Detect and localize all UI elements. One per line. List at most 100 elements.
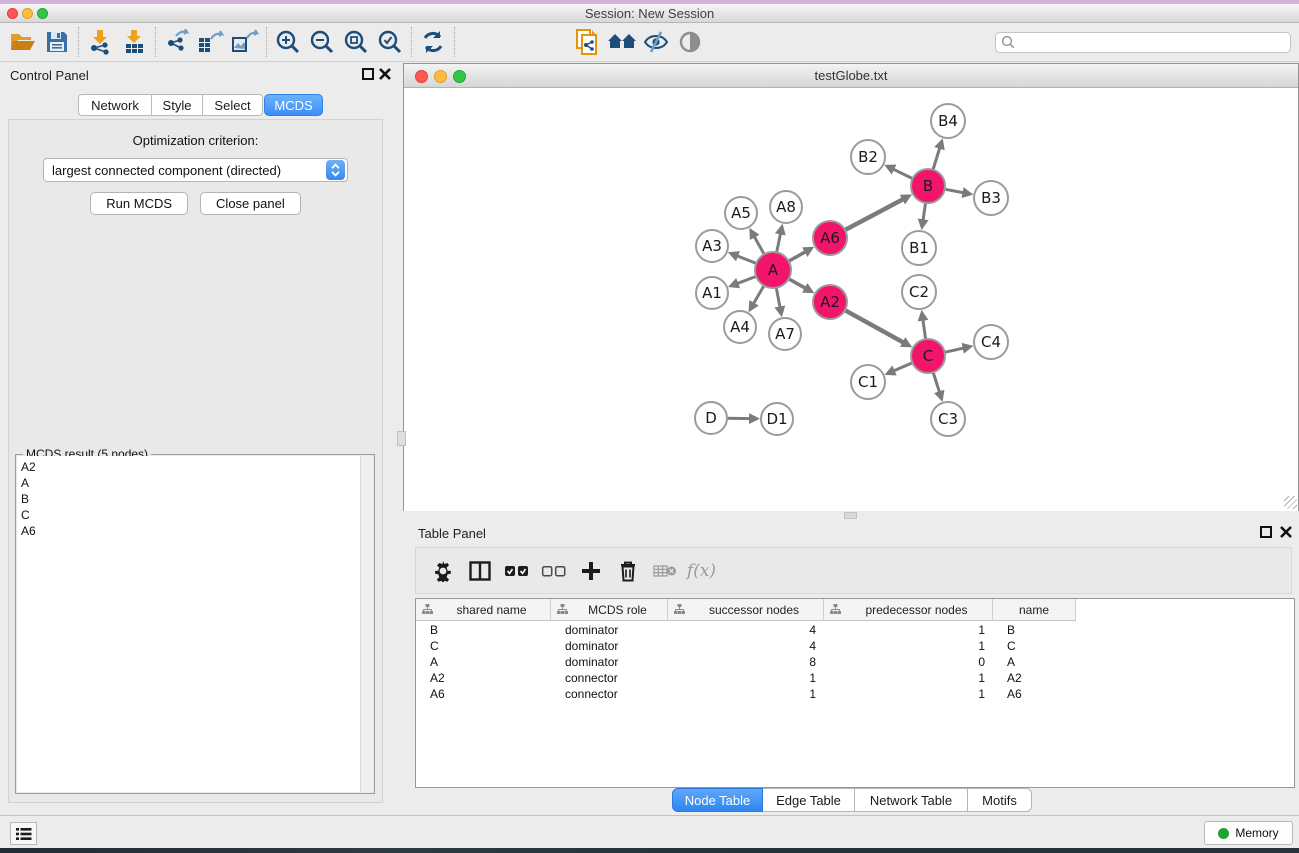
cell-name[interactable]: B [993, 622, 1076, 638]
result-item[interactable]: C [21, 507, 373, 523]
cell-MCDS-role[interactable]: connector [551, 670, 668, 686]
cell-predecessor-nodes[interactable]: 1 [824, 622, 993, 638]
column-header-successor-nodes[interactable]: successor nodes [668, 599, 824, 621]
float-panel-icon[interactable] [362, 68, 374, 80]
panel-divider-grip[interactable] [397, 431, 406, 446]
cell-successor-nodes[interactable]: 4 [668, 638, 824, 654]
tab-select[interactable]: Select [203, 94, 263, 116]
tab-mcds[interactable]: MCDS [264, 94, 323, 116]
cell-shared-name[interactable]: B [416, 622, 551, 638]
cell-shared-name[interactable]: C [416, 638, 551, 654]
add-column-icon[interactable] [572, 554, 609, 588]
table-row[interactable]: Bdominator41B [416, 622, 1076, 638]
search-field[interactable] [995, 32, 1291, 53]
edge-C-C4[interactable] [945, 348, 964, 352]
close-panel-icon[interactable] [1279, 525, 1293, 539]
edge-A-A6[interactable] [789, 252, 806, 261]
export-network-icon[interactable] [160, 27, 194, 57]
window-resize-grip[interactable] [1284, 496, 1297, 509]
cell-predecessor-nodes[interactable]: 0 [824, 654, 993, 670]
float-panel-icon[interactable] [1260, 526, 1272, 538]
result-item[interactable]: A [21, 475, 373, 491]
column-header-shared-name[interactable]: shared name [416, 599, 551, 621]
node-table[interactable]: shared nameMCDS rolesuccessor nodesprede… [415, 598, 1295, 788]
cell-name[interactable]: A6 [993, 686, 1076, 702]
tab-style[interactable]: Style [152, 94, 203, 116]
show-hide-columns-icon[interactable] [461, 554, 498, 588]
zoom-in-icon[interactable] [271, 27, 305, 57]
cell-name[interactable]: C [993, 638, 1076, 654]
result-item[interactable]: A6 [21, 523, 373, 539]
edge-B-B1[interactable] [923, 203, 926, 220]
cell-successor-nodes[interactable]: 1 [668, 670, 824, 686]
delete-column-icon[interactable] [609, 554, 646, 588]
result-item[interactable]: A2 [21, 459, 373, 475]
zoom-selected-icon[interactable] [373, 27, 407, 57]
cell-shared-name[interactable]: A [416, 654, 551, 670]
memory-button[interactable]: Memory [1204, 821, 1293, 845]
minimize-window-button[interactable] [22, 8, 33, 19]
table-row[interactable]: A2connector11A2 [416, 670, 1076, 686]
cell-name[interactable]: A2 [993, 670, 1076, 686]
cell-shared-name[interactable]: A2 [416, 670, 551, 686]
zoom-fit-icon[interactable] [339, 27, 373, 57]
edge-B-B4[interactable] [933, 148, 940, 170]
close-panel-button[interactable]: Close panel [200, 192, 301, 215]
table-row[interactable]: Cdominator41C [416, 638, 1076, 654]
export-table-icon[interactable] [194, 27, 228, 57]
cell-shared-name[interactable]: A6 [416, 686, 551, 702]
cell-successor-nodes[interactable]: 8 [668, 654, 824, 670]
column-header-MCDS-role[interactable]: MCDS role [551, 599, 668, 621]
refresh-icon[interactable] [416, 27, 450, 57]
delete-table-icon[interactable] [646, 554, 683, 588]
mcds-result-list[interactable]: A2ABCA6 [17, 456, 373, 792]
close-network-window-button[interactable] [415, 70, 428, 83]
cell-MCDS-role[interactable]: dominator [551, 638, 668, 654]
zoom-network-window-button[interactable] [453, 70, 466, 83]
cell-successor-nodes[interactable]: 4 [668, 622, 824, 638]
column-header-name[interactable]: name [993, 599, 1076, 621]
import-table-icon[interactable] [117, 27, 151, 57]
cell-MCDS-role[interactable]: dominator [551, 654, 668, 670]
tab-node-table[interactable]: Node Table [672, 788, 763, 812]
cell-successor-nodes[interactable]: 1 [668, 686, 824, 702]
edge-B-B3[interactable] [945, 189, 964, 193]
hide-graphics-details-icon[interactable] [639, 27, 673, 57]
table-row[interactable]: Adominator80A [416, 654, 1076, 670]
network-graph[interactable]: B4B2BB3A5A8A6A3AB1A1C2A2A4A7CC4C1C3DD1 [404, 89, 1298, 511]
show-graphics-details-icon[interactable] [673, 27, 707, 57]
edge-A-A2[interactable] [789, 279, 806, 288]
cell-MCDS-role[interactable]: dominator [551, 622, 668, 638]
result-list-scrollbar[interactable] [360, 456, 373, 792]
edge-C-C2[interactable] [923, 320, 926, 339]
close-panel-icon[interactable] [378, 67, 392, 81]
table-row[interactable]: A6connector11A6 [416, 686, 1076, 702]
open-session-icon[interactable] [6, 27, 40, 57]
export-image-icon[interactable] [228, 27, 262, 57]
select-all-icon[interactable] [498, 554, 535, 588]
network-canvas[interactable]: B4B2BB3A5A8A6A3AB1A1C2A2A4A7CC4C1C3DD1 [404, 89, 1298, 511]
cell-name[interactable]: A [993, 654, 1076, 670]
cell-MCDS-role[interactable]: connector [551, 686, 668, 702]
import-network-icon[interactable] [83, 27, 117, 57]
save-session-icon[interactable] [40, 27, 74, 57]
edge-A-A8[interactable] [777, 233, 781, 252]
edge-B-B2[interactable] [893, 169, 912, 178]
minimize-network-window-button[interactable] [434, 70, 447, 83]
home-view-icon[interactable] [605, 27, 639, 57]
run-mcds-button[interactable]: Run MCDS [90, 192, 188, 215]
task-history-button[interactable] [10, 822, 37, 845]
edge-A-A1[interactable] [737, 276, 756, 283]
function-builder-icon[interactable]: f(x) [683, 554, 720, 588]
cell-predecessor-nodes[interactable]: 1 [824, 638, 993, 654]
edge-A2-C[interactable] [845, 310, 904, 342]
tab-motifs[interactable]: Motifs [968, 788, 1032, 812]
edge-A6-B[interactable] [845, 199, 903, 230]
tab-network-table[interactable]: Network Table [855, 788, 968, 812]
column-header-predecessor-nodes[interactable]: predecessor nodes [824, 599, 993, 621]
zoom-out-icon[interactable] [305, 27, 339, 57]
network-window-titlebar[interactable]: testGlobe.txt [404, 64, 1298, 88]
edge-A-A7[interactable] [776, 288, 780, 308]
criterion-dropdown[interactable]: largest connected component (directed) [43, 158, 348, 182]
clone-network-icon[interactable] [571, 27, 605, 57]
